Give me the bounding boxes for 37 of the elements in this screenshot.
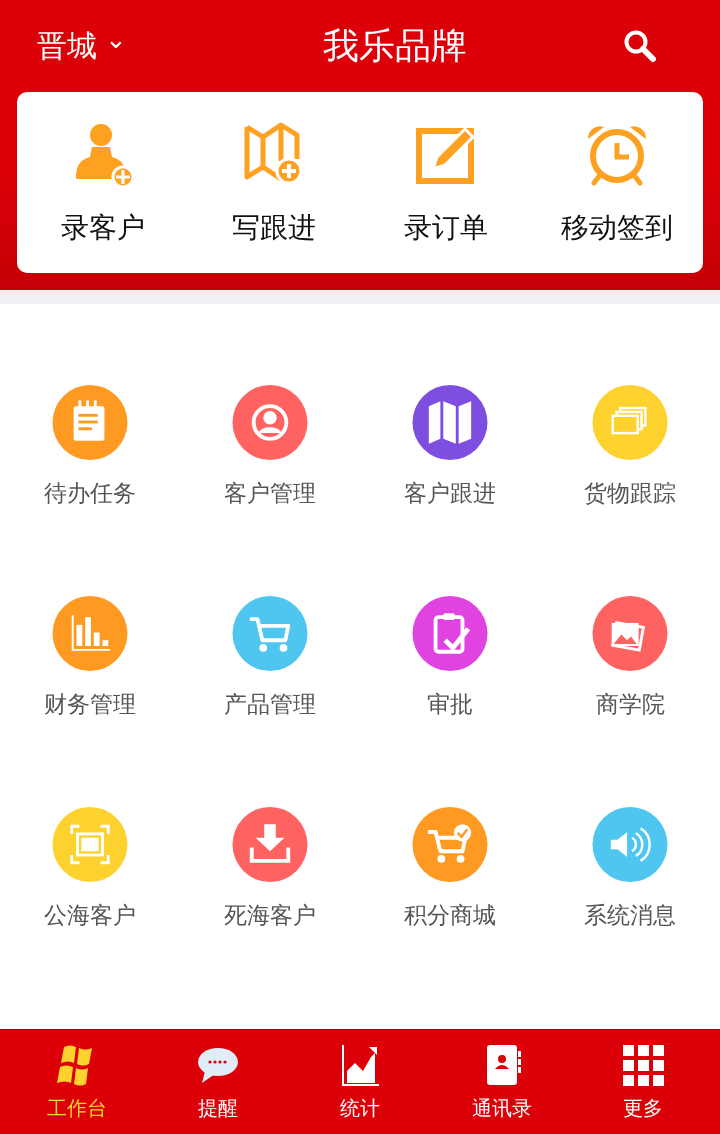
frame-icon[interactable] [51,807,129,882]
city-selector[interactable]: 晋城 ⌄ [37,25,127,67]
bars-icon[interactable] [51,596,129,671]
quick-action-label[interactable]: 移动签到 [561,208,674,247]
page-title: 我乐品牌 [322,23,467,68]
quick-action-label[interactable]: 录客户 [60,208,145,247]
search-icon[interactable] [623,29,657,63]
module-label[interactable]: 审批 [427,689,473,720]
tab[interactable]: 工作台 [6,1030,148,1134]
download-icon[interactable] [231,807,309,882]
tab[interactable]: 提醒 [147,1030,290,1134]
quick-action-label[interactable]: 录订单 [403,208,488,247]
module-label[interactable]: 货物跟踪 [584,478,676,509]
module-label[interactable]: 公海客户 [44,900,136,931]
cart-icon[interactable] [231,596,309,671]
module-label[interactable]: 商学院 [595,689,665,720]
module-label[interactable]: 待办任务 [44,478,136,509]
grid-icon [620,1042,667,1087]
speaker-icon[interactable] [591,807,669,882]
person-icon[interactable] [231,385,309,460]
photos-icon[interactable] [591,596,669,671]
module-label[interactable]: 积分商城 [404,900,496,931]
notepad-icon[interactable] [51,385,129,460]
quick-action-label[interactable]: 写跟进 [232,208,317,247]
module-label[interactable]: 客户管理 [224,478,316,509]
tab[interactable]: 更多 [572,1030,714,1134]
module-label[interactable]: 财务管理 [44,689,136,720]
module-label[interactable]: 客户跟进 [404,478,496,509]
tab[interactable]: 统计 [289,1030,431,1134]
cards-icon[interactable] [591,385,669,460]
cart-check-icon[interactable] [411,807,489,882]
clipboard-icon[interactable] [411,596,489,671]
module-label[interactable]: 死海客户 [224,900,316,931]
map-icon[interactable] [411,385,489,460]
tab[interactable]: 通讯录 [430,1030,573,1134]
module-label[interactable]: 产品管理 [224,689,316,720]
module-label[interactable]: 系统消息 [584,900,676,931]
